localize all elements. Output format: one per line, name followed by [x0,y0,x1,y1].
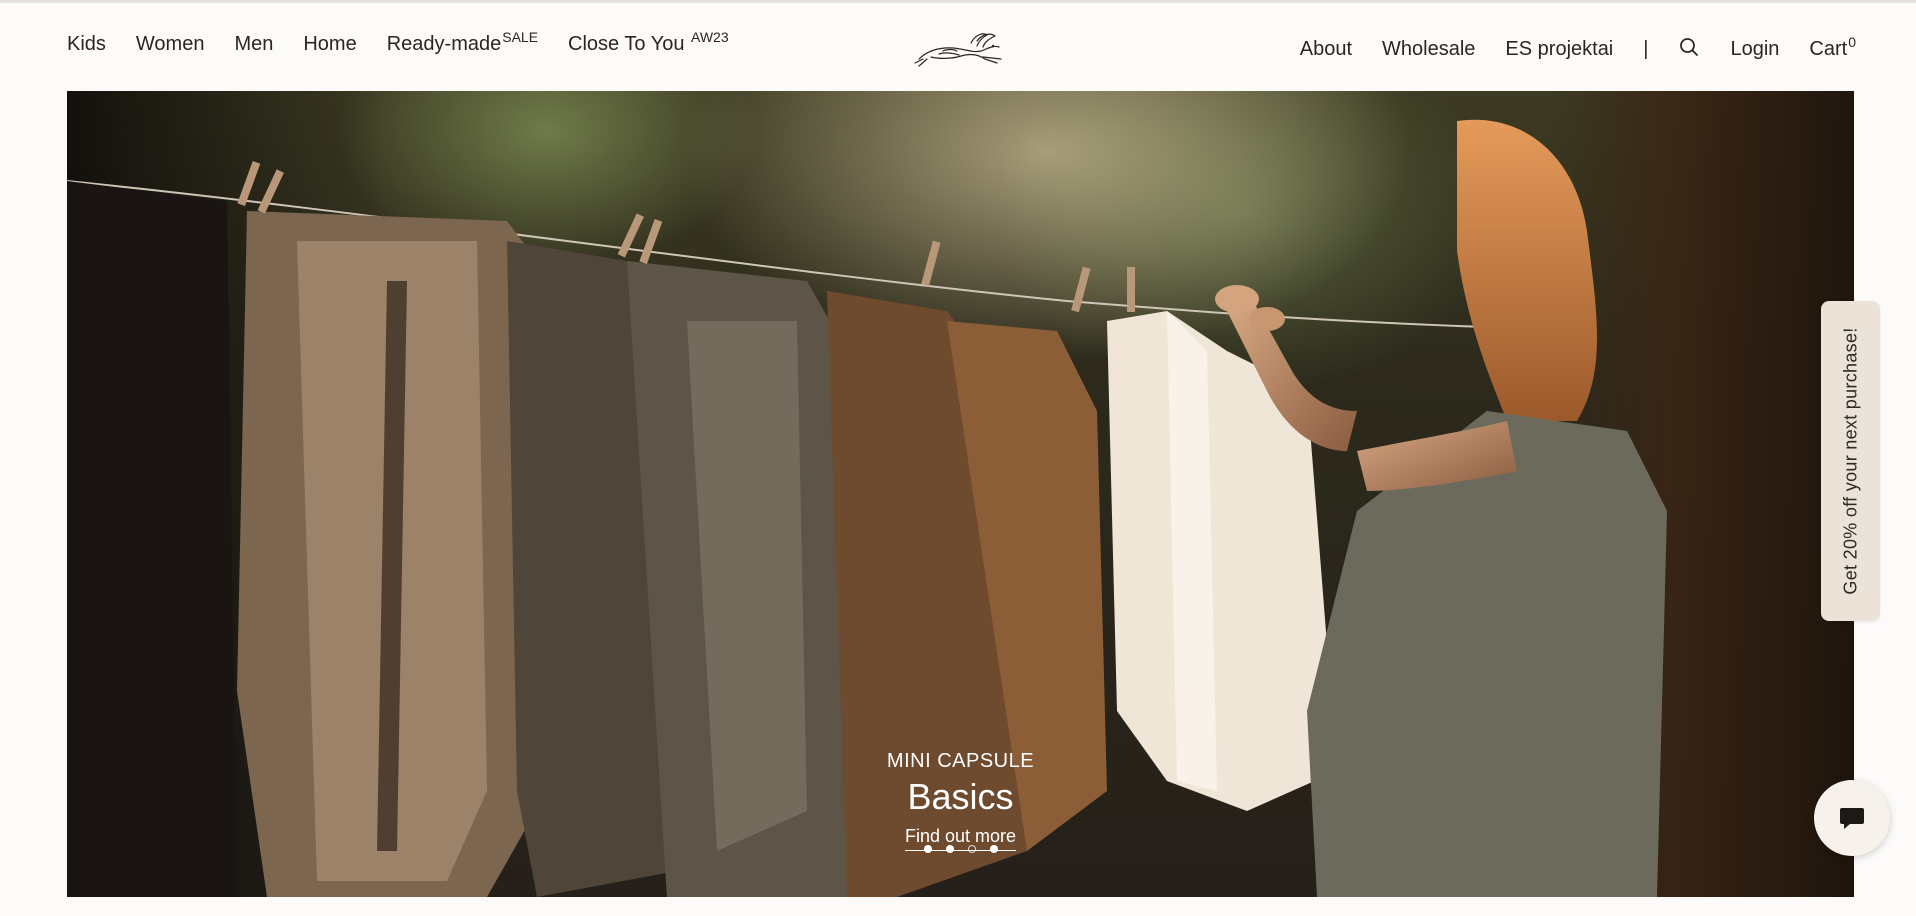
nav-separator: | [1643,38,1649,60]
cart-count: 0 [1848,34,1856,50]
nav-item-label: Kids [67,33,106,55]
nav-item-about[interactable]: About [1300,38,1352,61]
cart-label: Cart [1809,38,1848,60]
discount-promo-tab[interactable]: Get 20% off your next purchase! [1821,301,1880,621]
nav-item-ready-made[interactable]: Ready-madeSALE [386,29,538,56]
hare-logo-icon[interactable] [913,29,1007,69]
nav-item-women[interactable]: Women [136,33,205,56]
nav-item-home[interactable]: Home [303,33,356,56]
nav-item-label: Close To You [568,33,690,55]
cart-link[interactable]: Cart0 [1809,34,1856,61]
nav-item-label: Men [234,33,274,55]
search-icon[interactable] [1678,36,1700,58]
slider-dot-3[interactable] [967,845,976,853]
nav-item-label: Home [303,33,357,55]
nav-item-wholesale[interactable]: Wholesale [1382,38,1475,61]
main-nav: Kids Women Men Home Ready-madeSALE Close… [67,29,759,56]
chat-button[interactable] [1814,780,1890,856]
sale-superscript: SALE [502,29,539,45]
hero-banner[interactable]: MINI CAPSULE Basics Find out more [67,91,1854,897]
slider-dot-1[interactable] [923,845,932,853]
season-superscript: AW23 [691,29,729,45]
nav-item-es-projects[interactable]: ES projektai [1505,38,1613,61]
nav-item-label: Ready-made [386,33,502,55]
login-link[interactable]: Login [1730,38,1779,61]
secondary-nav: About Wholesale ES projektai | Login Car… [1270,33,1856,61]
nav-item-kids[interactable]: Kids [67,33,106,56]
slider-dot-2[interactable] [945,845,954,853]
promo-tab-text: Get 20% off your next purchase! [1840,327,1860,595]
slider-dot-4[interactable] [989,845,998,853]
nav-item-label: Women [135,33,205,55]
chat-bubble-icon [1840,808,1864,829]
site-header: Kids Women Men Home Ready-madeSALE Close… [0,3,1916,90]
hero-kicker: MINI CAPSULE [886,750,1035,772]
nav-item-close-to-you[interactable]: Close To You AW23 [568,29,729,56]
hero-title: Basics [907,776,1014,817]
nav-item-men[interactable]: Men [234,33,273,56]
slider-dots [67,845,1854,853]
